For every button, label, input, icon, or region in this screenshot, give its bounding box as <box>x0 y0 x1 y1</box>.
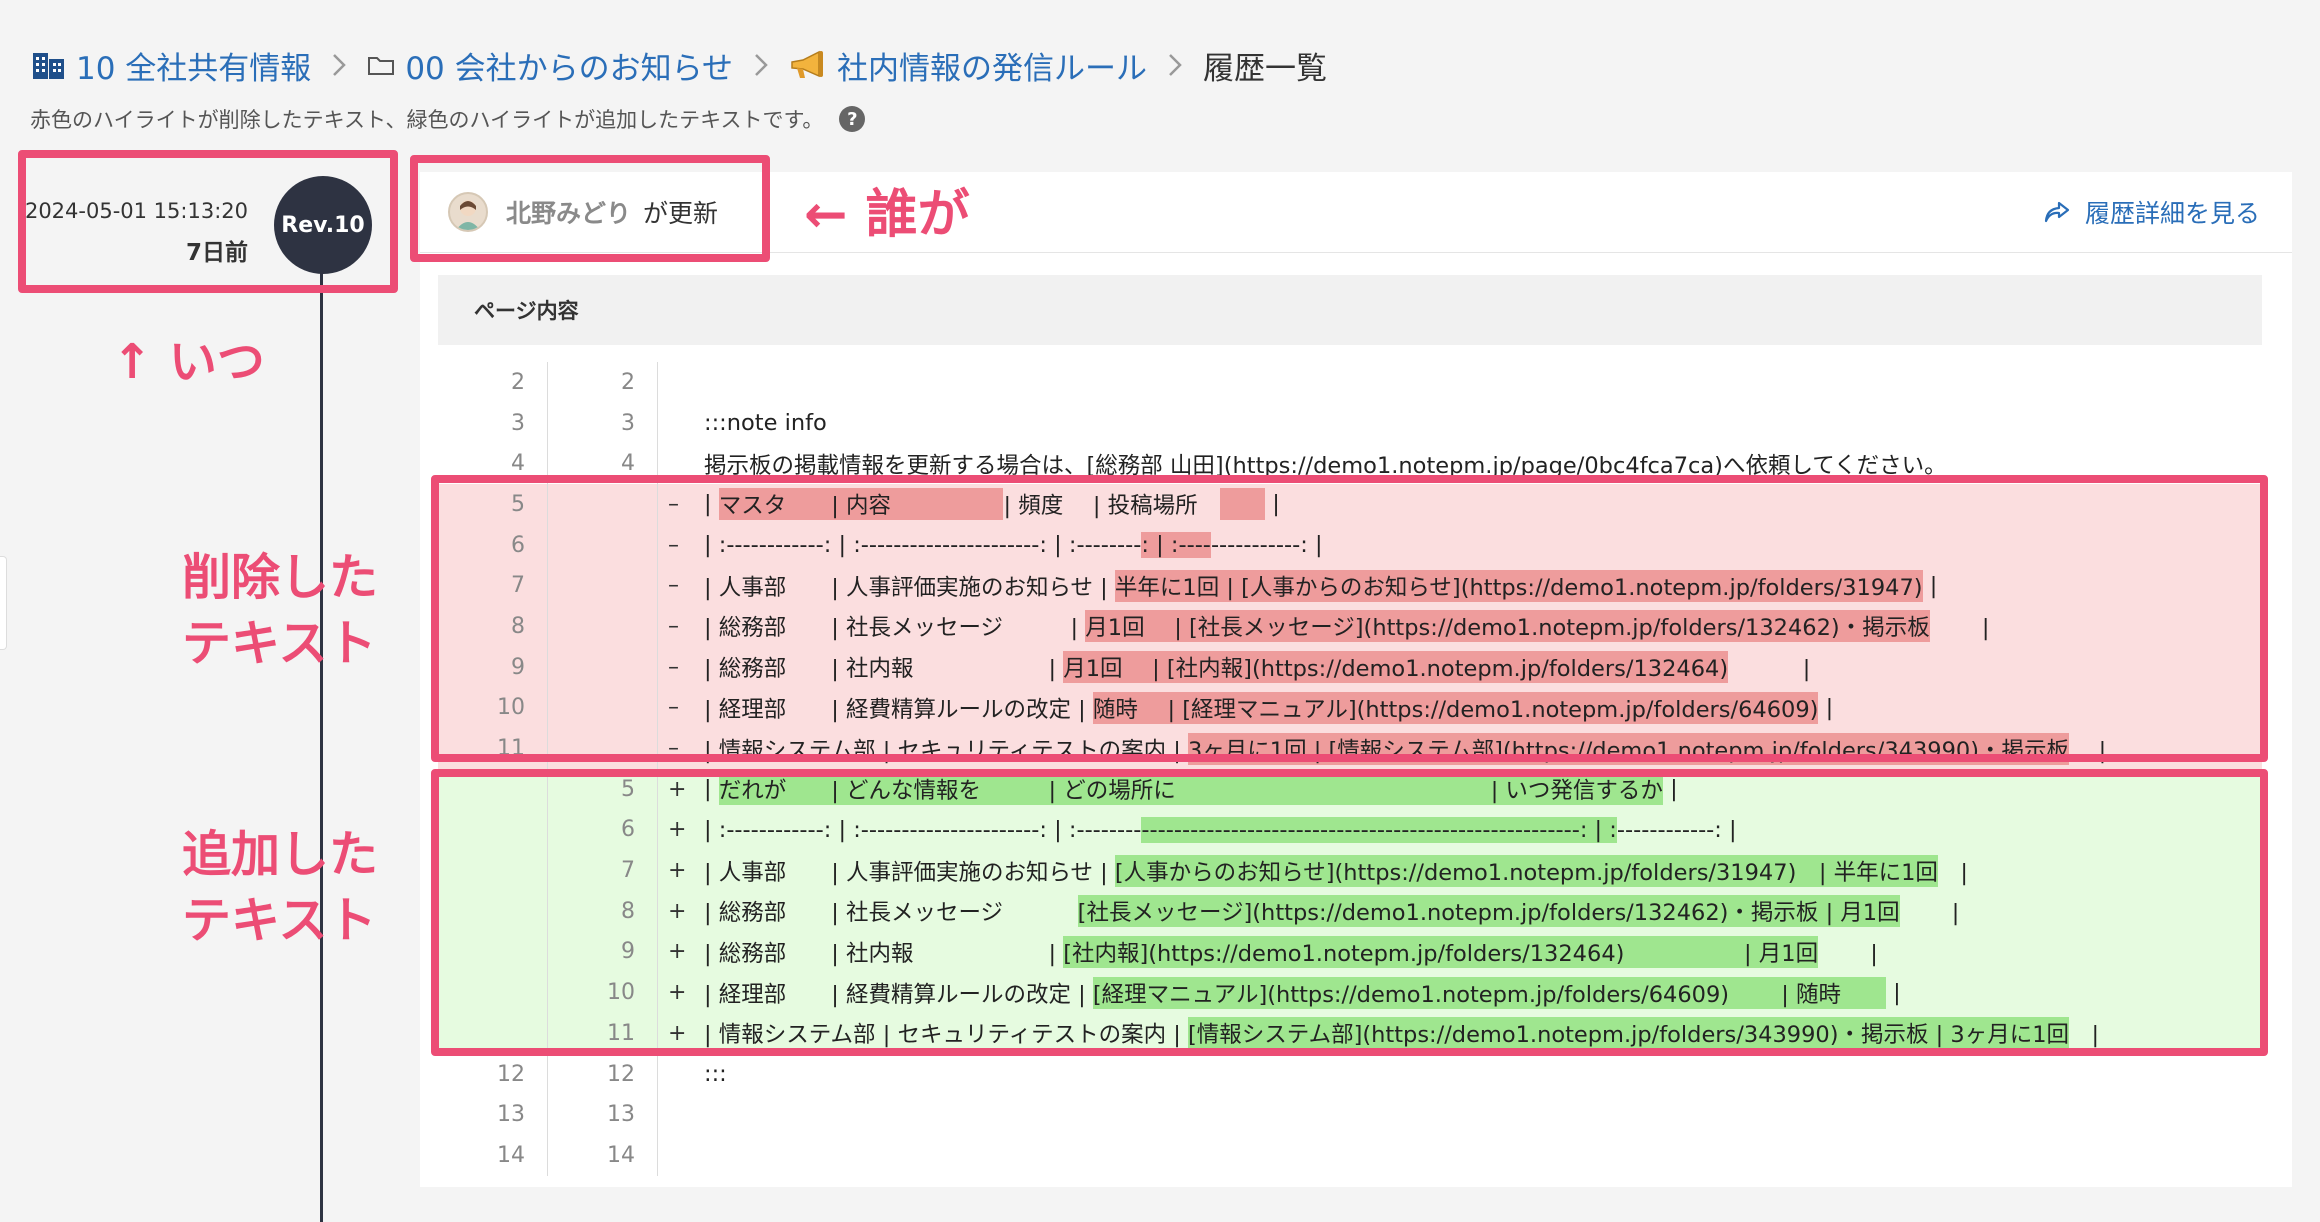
annotation-added-line2: テキスト <box>182 892 377 949</box>
new-line-number: 2 <box>548 362 658 403</box>
annotation-when: ↑ いつ <box>112 334 265 390</box>
diff-line-text: ::: <box>704 1054 727 1095</box>
diff-text: ::: <box>704 1061 727 1088</box>
breadcrumb-item-current: 履歴一覧 <box>1203 43 1327 88</box>
annotation-deleted-line1: 削除した <box>182 549 379 606</box>
help-icon[interactable]: ? <box>839 106 866 132</box>
annotation-deleted: 削除した テキスト <box>182 545 378 677</box>
old-line-number: 2 <box>438 362 548 403</box>
new-line-number: 14 <box>548 1135 658 1176</box>
subtitle-text: 赤色のハイライトが削除したテキスト、緑色のハイライトが追加したテキストです。 <box>30 108 824 132</box>
old-line-number: 14 <box>438 1135 548 1176</box>
diff-row-context: 14 14 <box>438 1135 2262 1176</box>
folder-icon <box>368 57 395 75</box>
chevron-right-icon <box>753 51 769 79</box>
breadcrumb-item-page[interactable]: 社内情報の発信ルール <box>789 43 1147 88</box>
breadcrumb-label: 履歴一覧 <box>1203 50 1327 87</box>
page-subtitle: 赤色のハイライトが削除したテキスト、緑色のハイライトが追加したテキストです。 ? <box>30 104 866 134</box>
share-arrow-icon <box>2044 201 2070 223</box>
view-history-detail-link[interactable]: 履歴詳細を見る <box>2043 192 2260 232</box>
breadcrumb-item-folder[interactable]: 00 会社からのお知らせ <box>367 43 733 88</box>
breadcrumb-label: 10 全社共有情報 <box>76 50 312 87</box>
megaphone-icon <box>791 50 823 78</box>
chevron-right-icon <box>1167 51 1183 79</box>
annotation-box-who <box>410 155 770 262</box>
breadcrumb-item-workspace[interactable]: 10 全社共有情報 <box>32 43 311 88</box>
breadcrumb-label: 社内情報の発信ルール <box>837 50 1147 87</box>
section-title: ページ内容 <box>438 275 2262 345</box>
breadcrumb-label: 00 会社からのお知らせ <box>405 50 733 87</box>
new-line-number: 13 <box>548 1094 658 1136</box>
building-icon <box>33 53 64 79</box>
breadcrumb: 10 全社共有情報 00 会社からのお知らせ 社内情報の発信ルール 履歴一覧 <box>32 40 1327 90</box>
diff-line-text: :::note info <box>704 403 827 444</box>
old-line-number: 13 <box>438 1094 548 1136</box>
annotation-deleted-line2: テキスト <box>182 615 377 672</box>
annotation-box-when <box>18 150 398 293</box>
timeline-line <box>320 245 323 1222</box>
diff-row-context: 3 3:::note info <box>438 402 2262 444</box>
annotation-box-added <box>431 769 2268 1056</box>
diff-row-context: 12 12::: <box>438 1053 2262 1095</box>
diff-row-context: 13 13 <box>438 1094 2262 1136</box>
annotation-box-deleted <box>431 475 2268 762</box>
chevron-right-icon <box>331 51 347 79</box>
annotation-added: 追加した テキスト <box>182 822 378 954</box>
old-line-number: 12 <box>438 1053 548 1095</box>
history-link-label: 履歴詳細を見る <box>2084 199 2260 228</box>
side-panel-toggle[interactable] <box>0 556 7 650</box>
old-line-number: 3 <box>438 402 548 444</box>
annotation-who: ← 誰が <box>804 185 970 245</box>
annotation-added-line1: 追加した <box>182 826 379 883</box>
diff-row-context: 22 <box>438 362 2262 403</box>
diff-text: :::note info <box>704 410 827 437</box>
new-line-number: 3 <box>548 402 658 444</box>
new-line-number: 12 <box>548 1053 658 1095</box>
